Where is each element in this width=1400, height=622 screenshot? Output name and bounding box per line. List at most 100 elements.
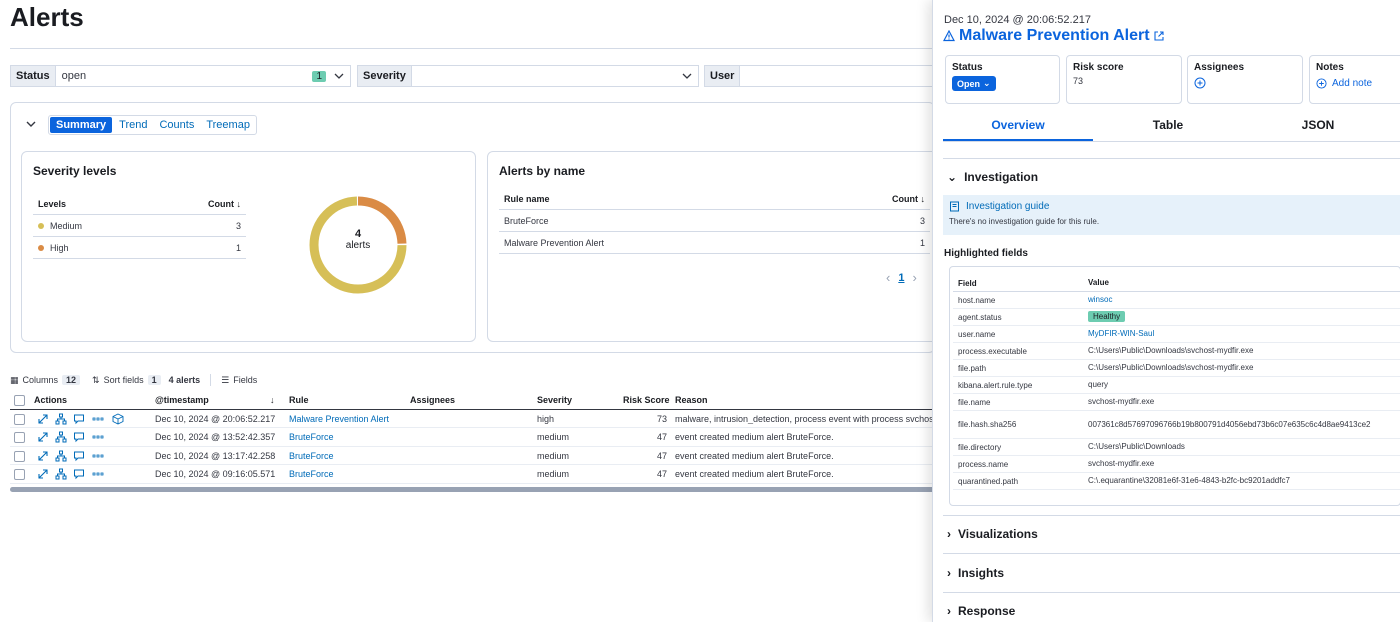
- cell-risk-score: 47: [656, 469, 667, 479]
- divider: [943, 553, 1400, 554]
- fields-icon: ☰: [221, 374, 230, 385]
- cell-rule-link[interactable]: BruteForce: [289, 451, 334, 461]
- col-assignees[interactable]: Assignees: [410, 395, 455, 405]
- row-checkbox[interactable]: [14, 413, 25, 425]
- alert-title-text[interactable]: Malware Prevention Alert: [959, 27, 1150, 45]
- col-severity[interactable]: Severity: [537, 395, 572, 405]
- chevron-right-icon[interactable]: ›: [912, 270, 916, 285]
- row-checkbox[interactable]: [14, 469, 25, 480]
- expand-icon[interactable]: [37, 431, 49, 443]
- row-checkbox[interactable]: [14, 450, 25, 462]
- chevron-down-icon[interactable]: [24, 117, 38, 131]
- tab-overview[interactable]: Overview: [943, 118, 1093, 141]
- more-icon[interactable]: [92, 413, 104, 425]
- table-row: file.path C:\Users\Public\Downloads\svcho…: [953, 360, 1400, 377]
- table-header: Field Value: [953, 275, 1400, 292]
- table-row: file.directory C:\Users\Public\Downloads: [953, 439, 1400, 456]
- col-actions: Actions: [34, 395, 68, 405]
- alerts-count: 4 alerts: [168, 375, 201, 385]
- risk-value: 73: [1073, 76, 1084, 86]
- grid-toolbar: ▦ Columns 12 ⇅ Sort fields 1 4 alerts ☰ …: [10, 372, 257, 388]
- col-risk-score[interactable]: Risk Score: [623, 395, 670, 405]
- chevron-down-icon: ⌄: [983, 78, 991, 88]
- sort-fields-button[interactable]: Sort fields: [104, 375, 144, 385]
- status-dropdown[interactable]: Open ⌄: [952, 76, 996, 91]
- horizontal-scrollbar[interactable]: [10, 487, 935, 492]
- user-filter[interactable]: User: [704, 65, 935, 87]
- analyzer-icon[interactable]: [55, 468, 67, 480]
- section-visualizations[interactable]: › Visualizations: [947, 527, 1038, 541]
- row-checkbox[interactable]: [14, 432, 25, 443]
- session-view-icon[interactable]: [112, 412, 124, 425]
- tab-json[interactable]: JSON: [1243, 118, 1393, 141]
- col-rule-name: Rule name: [504, 193, 550, 204]
- col-count[interactable]: Count ↓: [892, 194, 925, 204]
- fields-button[interactable]: Fields: [233, 375, 257, 385]
- investigation-guide-link[interactable]: Investigation guide: [949, 201, 1395, 212]
- columns-button[interactable]: Columns: [23, 375, 59, 385]
- col-count[interactable]: Count ↓: [208, 199, 241, 209]
- field-name: quarantined.path: [958, 476, 1019, 486]
- cell-rule-link[interactable]: BruteForce: [289, 469, 334, 479]
- grid-header: Actions @timestamp ↓ Rule Assignees Seve…: [10, 391, 935, 410]
- comment-icon[interactable]: [73, 431, 85, 443]
- table-row: Dec 10, 2024 @ 13:17:42.258 BruteForce med…: [10, 447, 935, 465]
- tab-trend[interactable]: Trend: [113, 116, 153, 134]
- divider: [943, 515, 1400, 516]
- analyzer-icon[interactable]: [55, 413, 67, 425]
- more-icon[interactable]: [92, 431, 104, 443]
- more-icon[interactable]: [92, 468, 104, 480]
- rule-count: 3: [919, 215, 925, 226]
- page-link[interactable]: 1: [898, 272, 904, 284]
- field-value-link[interactable]: MyDFIR-WIN-Saul: [1088, 329, 1400, 339]
- cell-rule-link[interactable]: Malware Prevention Alert: [289, 414, 389, 424]
- field-value: C:\Users\Public\Downloads\svchost-mydfir…: [1088, 346, 1254, 355]
- comment-icon[interactable]: [73, 413, 85, 425]
- field-value: 007361c8d57697096766b19b800791d4056ebd73…: [1088, 419, 1371, 429]
- chevron-left-icon[interactable]: ‹: [886, 270, 890, 285]
- col-rule[interactable]: Rule: [289, 395, 309, 405]
- expand-icon[interactable]: [37, 413, 49, 425]
- col-reason[interactable]: Reason: [675, 395, 708, 405]
- section-response[interactable]: › Response: [947, 604, 1015, 618]
- field-value: C:\Users\Public\Downloads\svchost-mydfir…: [1088, 363, 1254, 372]
- field-value-link[interactable]: winsoc: [1088, 295, 1400, 305]
- cell-reason: event created medium alert BruteForce.: [675, 432, 834, 442]
- comment-icon[interactable]: [73, 468, 85, 480]
- sort-desc-icon[interactable]: ↓: [270, 395, 275, 405]
- table-row: file.name svchost-mydfir.exe: [953, 394, 1400, 411]
- sort-count: 1: [147, 375, 161, 385]
- expand-icon[interactable]: [37, 468, 49, 480]
- status-filter[interactable]: Status open 1: [10, 65, 351, 87]
- add-assignee-icon[interactable]: [1194, 77, 1206, 89]
- comment-icon[interactable]: [73, 450, 85, 462]
- alert-title[interactable]: Malware Prevention Alert: [943, 27, 1164, 45]
- more-icon[interactable]: [92, 450, 104, 462]
- cell-risk-score: 47: [656, 432, 667, 442]
- chevron-down-icon[interactable]: [332, 69, 346, 83]
- expand-icon[interactable]: [37, 450, 49, 462]
- field-name: file.name: [958, 397, 991, 407]
- tab-counts[interactable]: Counts: [153, 116, 200, 134]
- severity-filter[interactable]: Severity: [357, 65, 699, 87]
- external-link-icon[interactable]: [1154, 31, 1164, 41]
- status-value: Open: [957, 78, 981, 89]
- page-title: Alerts: [10, 2, 84, 32]
- analyzer-icon[interactable]: [55, 431, 67, 443]
- cell-rule-link[interactable]: BruteForce: [289, 432, 334, 442]
- section-investigation[interactable]: ⌄ Investigation: [947, 170, 1038, 184]
- field-value: C:\Users\Public\Downloads: [1088, 442, 1185, 451]
- table-row: Dec 10, 2024 @ 13:52:42.357 BruteForce med…: [10, 428, 935, 447]
- chevron-down-icon[interactable]: [680, 69, 694, 83]
- section-insights[interactable]: › Insights: [947, 566, 1004, 580]
- notes-box: Notes Add note: [1309, 55, 1400, 104]
- table-row: BruteForce 3: [499, 210, 930, 232]
- high-dot-icon: [38, 244, 44, 251]
- col-timestamp[interactable]: @timestamp: [155, 395, 209, 405]
- tab-treemap[interactable]: Treemap: [200, 116, 256, 134]
- tab-summary[interactable]: Summary: [50, 117, 113, 133]
- tab-table[interactable]: Table: [1093, 118, 1243, 141]
- add-note-button[interactable]: Add note: [1316, 78, 1400, 89]
- select-all-checkbox[interactable]: [14, 395, 25, 406]
- analyzer-icon[interactable]: [55, 450, 67, 462]
